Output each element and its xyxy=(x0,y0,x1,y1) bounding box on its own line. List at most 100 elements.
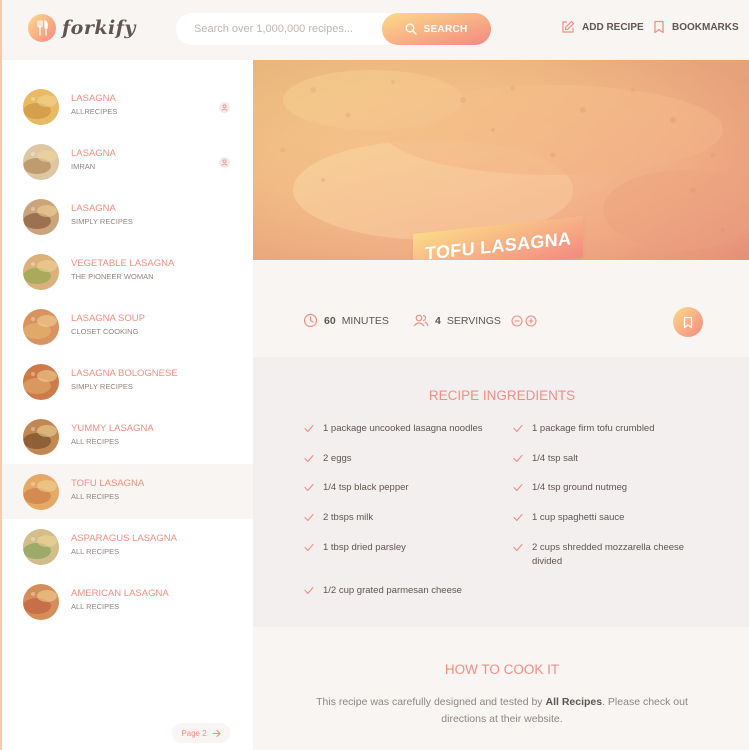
result-publisher: THE PIONEER WOMAN xyxy=(71,272,154,281)
search-result-item[interactable]: LASAGNA SIMPLY RECIPES xyxy=(2,189,253,244)
ingredient-text: 1/4 tsp black pepper xyxy=(323,482,409,493)
result-title: ASPARAGUS LASAGNA xyxy=(71,533,177,544)
cooking-time-unit: MINUTES xyxy=(341,314,389,327)
check-icon xyxy=(513,424,523,433)
ingredient-text: 1/2 cup grated parmesan cheese xyxy=(323,585,462,596)
result-publisher: SIMPLY RECIPES xyxy=(71,382,133,391)
bookmark-icon xyxy=(683,316,693,328)
search-icon xyxy=(406,23,418,35)
cooking-time: 60 MINUTES xyxy=(303,313,389,328)
recipe-ingredients: RECIPE INGREDIENTS 1 package uncooked la… xyxy=(253,357,749,627)
cooking-time-value: 60 xyxy=(324,314,336,327)
directions-heading: HOW TO COOK IT xyxy=(444,662,560,677)
ingredient-text: 2 eggs xyxy=(323,453,352,464)
search-result-item[interactable]: AMERICAN LASAGNA ALL RECIPES xyxy=(2,574,253,629)
recipe-image: TOFU LASAGNA xyxy=(253,60,749,260)
users-icon xyxy=(413,314,429,327)
plus-circle-icon[interactable] xyxy=(525,314,537,327)
pagination-next-button[interactable]: Page 2 xyxy=(172,723,230,743)
check-icon xyxy=(304,454,314,463)
header: forkify SEARCH ADD RECIPE BOOKM xyxy=(2,0,749,60)
search-result-item[interactable]: YUMMY LASAGNA ALL RECIPES xyxy=(2,409,253,464)
search-input[interactable] xyxy=(194,23,374,35)
clock-icon xyxy=(303,313,318,328)
recipe-thumbnail xyxy=(23,199,59,235)
pagination-next-label: Page 2 xyxy=(181,728,207,738)
ingredient-item: 1 tbsp dried parsley xyxy=(304,541,504,555)
user-icon xyxy=(219,102,230,113)
search-result-item[interactable]: LASAGNA SOUP CLOSET COOKING xyxy=(2,299,253,354)
ingredient-text: 1 package firm tofu crumbled xyxy=(532,423,655,434)
recipe-view: TOFU LASAGNA 60 MINUTES 4 SERVINGS RECIP… xyxy=(253,60,749,750)
app: forkify SEARCH ADD RECIPE BOOKM xyxy=(0,0,749,750)
ingredient-item: 2 cups shredded mozzarella cheese divide… xyxy=(513,541,713,569)
recipe-thumbnail xyxy=(23,474,59,510)
servings-unit: SERVINGS xyxy=(446,314,501,327)
ingredient-text: 1/4 tsp ground nutmeg xyxy=(532,482,628,493)
ingredients-heading: RECIPE INGREDIENTS xyxy=(428,388,576,403)
ingredient-item: 1 cup spaghetti sauce xyxy=(513,511,713,525)
check-icon xyxy=(304,424,314,433)
result-publisher: ALL RECIPES xyxy=(71,547,120,556)
search-results: Page 2 LASAGNA ALLRECIPES LASAGNA IMRAN LASA… xyxy=(2,60,253,750)
check-icon xyxy=(513,513,523,522)
add-recipe-button[interactable]: ADD RECIPE xyxy=(561,20,644,34)
ingredient-item: 2 eggs xyxy=(304,452,504,466)
ingredient-item: 1/4 tsp black pepper xyxy=(304,481,504,495)
result-publisher: CLOSET COOKING xyxy=(71,327,139,336)
recipe-thumbnail xyxy=(23,364,59,400)
result-title: LASAGNA SOUP xyxy=(71,313,145,324)
check-icon xyxy=(513,483,523,492)
forkify-logo-icon xyxy=(28,14,56,42)
directions-text: This recipe was carefully designed and t… xyxy=(303,694,701,728)
minus-circle-icon[interactable] xyxy=(511,314,523,327)
result-title: AMERICAN LASAGNA xyxy=(71,588,169,599)
ingredient-text: 1/4 tsp salt xyxy=(532,453,578,464)
search-result-item[interactable]: ASPARAGUS LASAGNA ALL RECIPES xyxy=(2,519,253,574)
search-button[interactable]: SEARCH xyxy=(382,13,491,45)
search-button-label: SEARCH xyxy=(423,23,468,35)
recipe-details: 60 MINUTES 4 SERVINGS xyxy=(253,260,749,357)
ingredient-text: 1 cup spaghetti sauce xyxy=(532,512,625,523)
search-result-item[interactable]: VEGETABLE LASAGNA THE PIONEER WOMAN xyxy=(2,244,253,299)
ingredient-item: 1 package firm tofu crumbled xyxy=(513,422,713,436)
bookmark-recipe-button[interactable] xyxy=(673,307,703,337)
recipe-thumbnail xyxy=(23,89,59,125)
result-publisher: SIMPLY RECIPES xyxy=(71,217,133,226)
ingredient-item: 2 tbsps milk xyxy=(304,511,504,525)
servings-value: 4 xyxy=(435,314,441,327)
recipe-thumbnail xyxy=(23,144,59,180)
result-publisher: ALL RECIPES xyxy=(71,492,120,501)
recipe-thumbnail xyxy=(23,529,59,565)
search-result-item[interactable]: TOFU LASAGNA ALL RECIPES xyxy=(2,464,253,519)
recipe-thumbnail xyxy=(23,419,59,455)
logo[interactable]: forkify xyxy=(28,14,136,42)
result-title: LASAGNA xyxy=(71,203,116,214)
ingredient-text: 2 cups shredded mozzarella cheese divide… xyxy=(532,542,685,567)
result-title: LASAGNA BOLOGNESE xyxy=(71,368,178,379)
search-form: SEARCH xyxy=(176,13,491,45)
result-title: VEGETABLE LASAGNA xyxy=(71,258,175,269)
result-title: LASAGNA xyxy=(71,93,116,104)
result-title: LASAGNA xyxy=(71,148,116,159)
result-publisher: ALLRECIPES xyxy=(71,107,118,116)
recipe-thumbnail xyxy=(23,254,59,290)
check-icon xyxy=(513,454,523,463)
bookmarks-button[interactable]: BOOKMARKS xyxy=(653,20,739,34)
user-icon xyxy=(219,157,230,168)
directions-prefix: This recipe was carefully designed and t… xyxy=(316,696,543,708)
search-result-item[interactable]: LASAGNA ALLRECIPES xyxy=(2,79,253,134)
check-icon xyxy=(304,513,314,522)
check-icon xyxy=(304,543,314,552)
result-publisher: ALL RECIPES xyxy=(71,437,120,446)
bookmark-icon xyxy=(654,20,664,34)
servings: 4 SERVINGS xyxy=(413,313,537,328)
result-title: YUMMY LASAGNA xyxy=(71,423,154,434)
logo-text: forkify xyxy=(62,17,136,39)
search-result-item[interactable]: LASAGNA BOLOGNESE SIMPLY RECIPES xyxy=(2,354,253,409)
search-result-item[interactable]: LASAGNA IMRAN xyxy=(2,134,253,189)
ingredient-text: 1 tbsp dried parsley xyxy=(323,542,406,553)
ingredient-text: 2 tbsps milk xyxy=(323,512,374,523)
recipe-thumbnail xyxy=(23,584,59,620)
ingredient-item: 1/4 tsp ground nutmeg xyxy=(513,481,713,495)
